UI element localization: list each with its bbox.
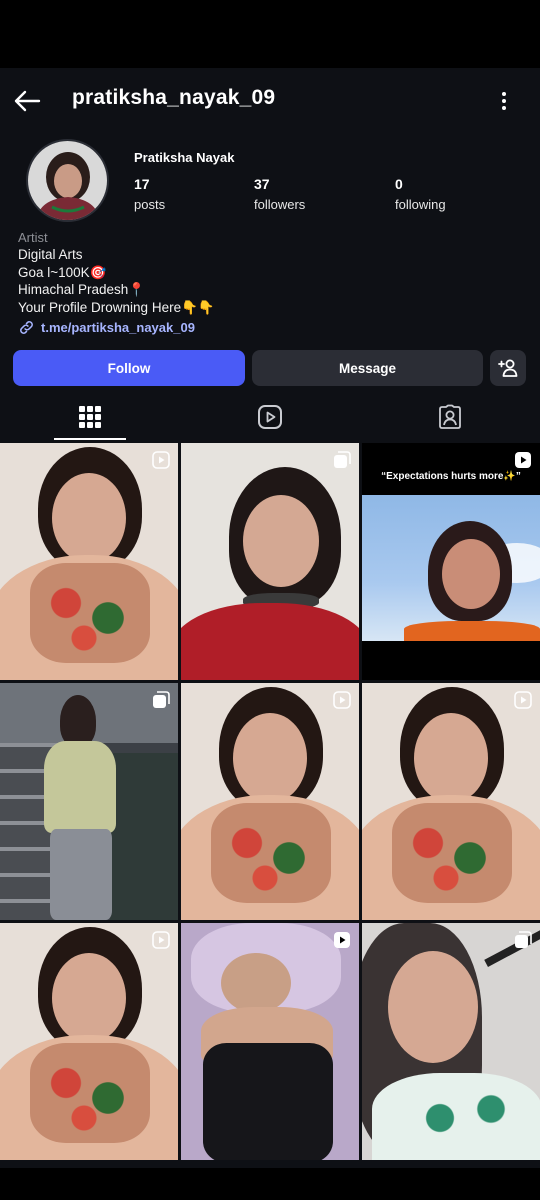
link-icon	[20, 321, 33, 334]
bio-link[interactable]: t.me/partiksha_nayak_09	[18, 319, 518, 336]
tab-tagged[interactable]	[360, 394, 540, 440]
suggested-users-button[interactable]	[490, 350, 526, 386]
following-count-label: following	[395, 197, 446, 212]
following-count[interactable]: 0 following	[395, 176, 446, 212]
posts-count[interactable]: 17 posts	[134, 176, 165, 212]
posts-count-value: 17	[134, 176, 150, 192]
grid-icon	[79, 406, 101, 428]
grid-post[interactable]	[0, 923, 178, 1160]
profile-avatar[interactable]	[26, 139, 109, 222]
bio-line: Digital Arts	[18, 247, 83, 262]
follow-button[interactable]: Follow	[13, 350, 245, 386]
tab-reels[interactable]	[180, 394, 360, 440]
multiple-photos-icon	[334, 451, 351, 468]
grid-post[interactable]	[0, 443, 178, 680]
profile-username: pratiksha_nayak_09	[72, 86, 276, 109]
grid-post[interactable]	[0, 683, 178, 920]
add-person-icon	[498, 359, 518, 377]
reels-icon	[258, 405, 282, 429]
profile-bio: Artist Digital Arts Goa l~100K🎯 Himachal…	[18, 229, 518, 336]
profile-full-name: Pratiksha Nayak	[134, 150, 235, 165]
more-options-button[interactable]	[490, 84, 518, 118]
reel-icon	[152, 931, 170, 949]
following-count-value: 0	[395, 176, 403, 192]
grid-post[interactable]: “Expectations hurts more✨”	[362, 443, 540, 680]
grid-post[interactable]	[362, 923, 540, 1160]
reel-icon	[514, 691, 532, 709]
post-caption: “Expectations hurts more✨”	[381, 471, 521, 482]
status-bar	[0, 0, 540, 68]
followers-count-value: 37	[254, 176, 270, 192]
back-arrow-icon	[14, 90, 41, 112]
bio-line: Your Profile Drowning Here👇👇	[18, 299, 215, 315]
tab-posts[interactable]	[0, 394, 180, 440]
grid-post[interactable]	[181, 683, 359, 920]
more-vertical-icon	[502, 92, 506, 110]
profile-tabs	[0, 394, 540, 440]
tagged-icon	[439, 404, 461, 429]
grid-post[interactable]	[181, 923, 359, 1160]
multiple-photos-icon	[515, 931, 532, 948]
multiple-photos-icon	[153, 691, 170, 708]
grid-post[interactable]	[362, 683, 540, 920]
reel-icon	[152, 451, 170, 469]
profile-screen: pratiksha_nayak_09 Pratiksha Nayak 17 po…	[0, 68, 540, 1168]
followers-count-label: followers	[254, 197, 306, 212]
bio-category: Artist	[18, 230, 48, 245]
posts-count-label: posts	[134, 197, 166, 212]
active-tab-indicator	[54, 438, 126, 440]
followers-count[interactable]: 37 followers	[254, 176, 305, 212]
reel-icon	[333, 691, 351, 709]
profile-header: pratiksha_nayak_09	[0, 68, 540, 132]
grid-post[interactable]	[181, 443, 359, 680]
system-navigation-bar	[0, 1168, 540, 1200]
bio-line: Himachal Pradesh📍	[18, 282, 146, 297]
message-button[interactable]: Message	[252, 350, 483, 386]
bio-line: Goa l~100K🎯	[18, 264, 107, 280]
reel-icon	[334, 932, 350, 948]
bio-link-text: t.me/partiksha_nayak_09	[41, 320, 195, 335]
back-button[interactable]	[10, 84, 44, 118]
reel-icon	[515, 452, 531, 468]
